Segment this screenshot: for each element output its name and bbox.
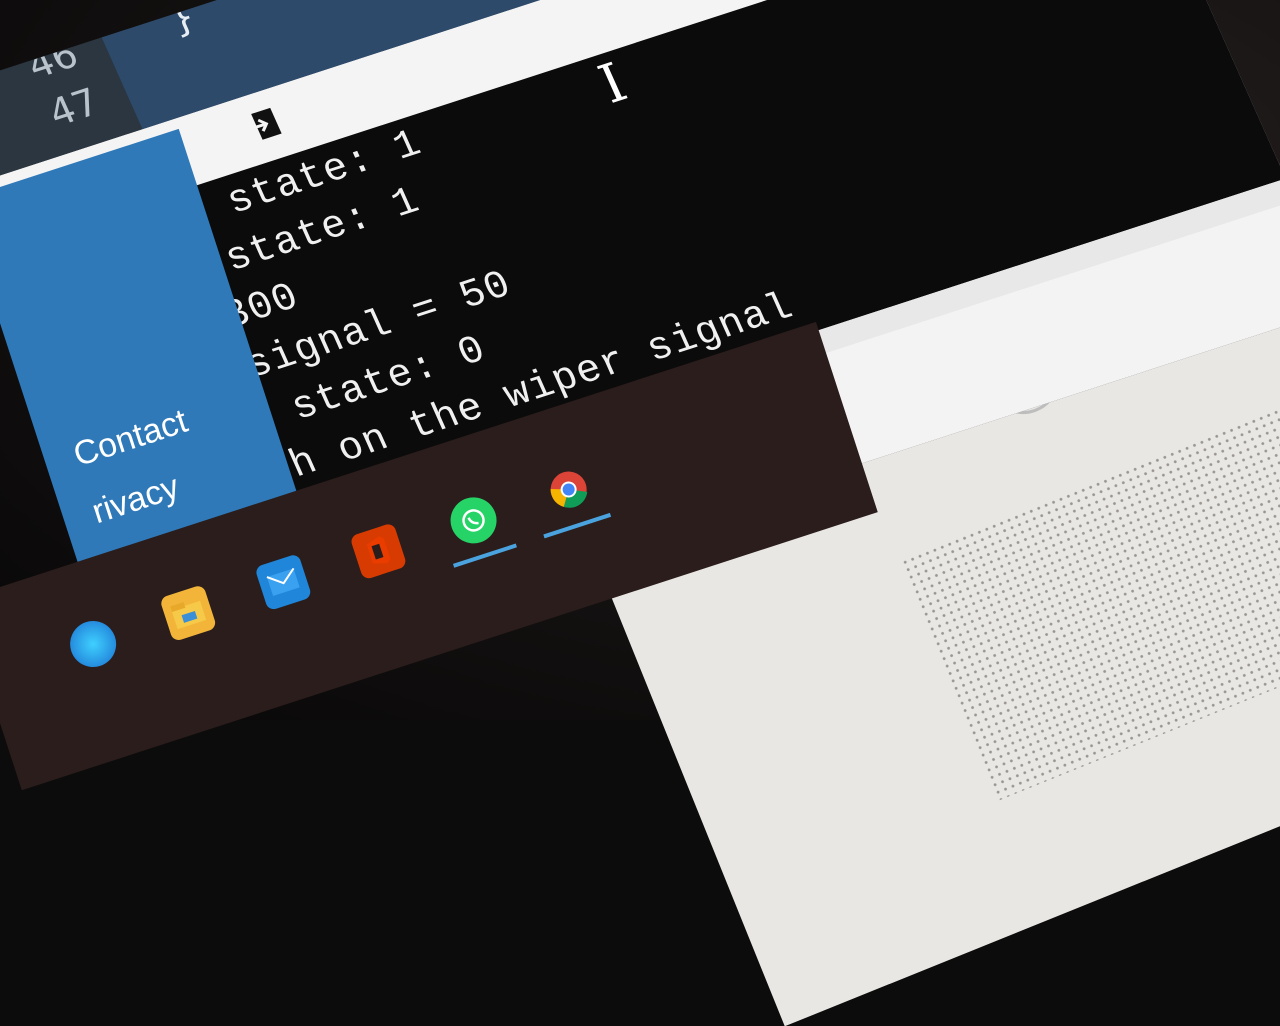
- chrome-active-indicator: [543, 512, 612, 539]
- office-icon[interactable]: [349, 522, 408, 581]
- mail-icon[interactable]: [254, 553, 313, 612]
- edge-icon[interactable]: [64, 615, 123, 674]
- detach-icon[interactable]: [232, 96, 295, 152]
- whatsapp-active-indicator: [452, 543, 517, 568]
- panel-link-contact[interactable]: Contact: [69, 402, 193, 475]
- text-cursor-icon: I: [589, 51, 636, 116]
- line-number: 47: [41, 79, 106, 136]
- panel-link-privacy[interactable]: rivacy: [87, 468, 184, 533]
- file-explorer-icon[interactable]: [159, 584, 218, 643]
- chrome-icon[interactable]: [540, 461, 598, 519]
- whatsapp-icon[interactable]: [444, 491, 503, 550]
